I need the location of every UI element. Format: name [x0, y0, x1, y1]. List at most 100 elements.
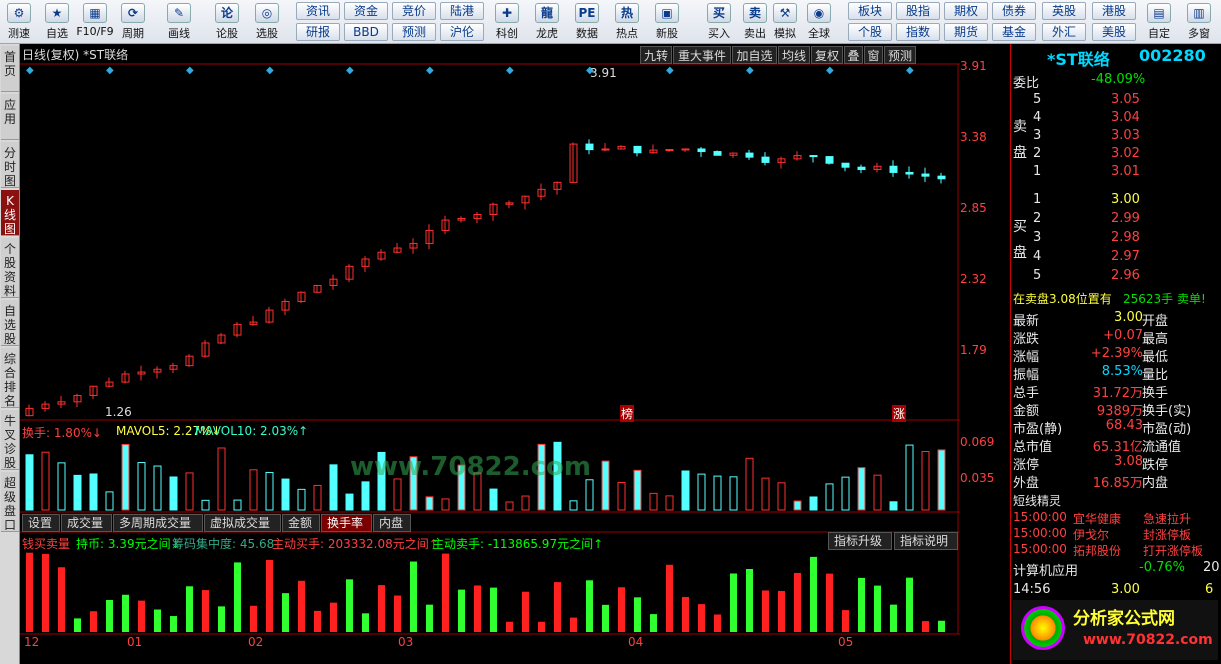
sidebar-tab-7[interactable]: 牛叉诊股: [1, 410, 19, 470]
weibi-value: -48.09%: [1091, 72, 1146, 87]
toolbar-button-13[interactable]: 港股: [1092, 2, 1136, 20]
volume-bar: [345, 493, 354, 511]
chart-button-1[interactable]: 重大事件: [673, 46, 731, 64]
toolbar-icon-9: PE: [575, 3, 599, 23]
toolbar-item-1[interactable]: ★ 自选: [38, 2, 76, 42]
indicator-tab-2[interactable]: 多周期成交量: [113, 514, 203, 532]
toolbar-button-9[interactable]: 股指: [896, 2, 940, 20]
toolbar-item-16[interactable]: ▤ 自定: [1140, 2, 1178, 42]
candle: [937, 175, 946, 180]
indicator-tab-4[interactable]: 金额: [282, 514, 320, 532]
ind-button-1[interactable]: 指标说明: [894, 532, 958, 550]
toolbar-button-16[interactable]: 期货: [944, 23, 988, 41]
toolbar-button-15[interactable]: 指数: [896, 23, 940, 41]
sidebar-tab-0[interactable]: 首页: [1, 46, 19, 92]
toolbar-item-4[interactable]: ✎ 画线: [160, 2, 198, 42]
indicator-bar: [506, 621, 513, 632]
indicator-bar: [410, 561, 417, 632]
indicator-bar: [730, 573, 737, 632]
toolbar-item-9[interactable]: PE 数据: [568, 2, 606, 42]
indicator-bar: [394, 595, 401, 632]
candle: [889, 165, 898, 173]
toolbar-button-7[interactable]: 沪伦: [440, 23, 484, 41]
toolbar-button-2[interactable]: 竞价: [392, 2, 436, 20]
indicator-tab-6[interactable]: 内盘: [373, 514, 411, 532]
short-stock[interactable]: 拓邦股份: [1073, 542, 1121, 559]
toolbar-item-17[interactable]: ▥ 多窗: [1180, 2, 1218, 42]
toolbar-button-5[interactable]: BBD: [344, 23, 388, 41]
sector-row: 计算机应用 -0.76% 20: [1011, 560, 1221, 579]
chart-button-7[interactable]: 预测: [884, 46, 916, 64]
chart-button-5[interactable]: 叠: [844, 46, 863, 64]
toolbar-item-10[interactable]: 热热点: [608, 2, 646, 42]
chart-button-3[interactable]: 均线: [778, 46, 810, 64]
indicator-bar: [138, 600, 145, 632]
chart-button-4[interactable]: 复权: [811, 46, 843, 64]
indicator-tab-3[interactable]: 虚拟成交量: [204, 514, 281, 532]
sell-level-3: 2 3.02: [1011, 146, 1221, 164]
toolbar-item-7[interactable]: ✚ 科创: [488, 2, 526, 42]
sidebar-tab-8[interactable]: 超级盘口: [1, 472, 19, 532]
ind-button-0[interactable]: 指标升级: [828, 532, 892, 550]
volume-bar: [489, 488, 498, 511]
toolbar-item-11[interactable]: ▣ 新股: [648, 2, 686, 42]
toolbar-item-5[interactable]: 论论股: [208, 2, 246, 42]
toolbar-button-4[interactable]: 研报: [296, 23, 340, 41]
sidebar-tab-6[interactable]: 综合排名: [1, 348, 19, 408]
toolbar-button-17[interactable]: 基金: [992, 23, 1036, 41]
sidebar-tab-5[interactable]: 自选股: [1, 300, 19, 346]
indicator-bar: [186, 586, 193, 632]
indicator-bar: [634, 597, 641, 632]
toolbar-button-1[interactable]: 资金: [344, 2, 388, 20]
toolbar-button-10[interactable]: 期权: [944, 2, 988, 20]
sidebar-tab-2[interactable]: 分时图: [1, 142, 19, 188]
toolbar-button-0[interactable]: 资讯: [296, 2, 340, 20]
stat-value: 68.43: [1105, 418, 1143, 433]
sector-name[interactable]: 计算机应用: [1013, 560, 1078, 579]
indicator-tab-1[interactable]: 成交量: [61, 514, 112, 532]
chart-button-6[interactable]: 窗: [864, 46, 883, 64]
indicator-bar: [666, 564, 673, 632]
candle: [809, 155, 818, 158]
chart-button-0[interactable]: 九转: [640, 46, 672, 64]
sidebar-tab-1[interactable]: 应用: [1, 94, 19, 140]
indicator-bar: [522, 591, 529, 632]
toolbar-item-3[interactable]: ⟳ 周期: [114, 2, 152, 42]
toolbar-item-12[interactable]: 买买入: [700, 2, 738, 42]
stat-label2: 最低: [1142, 350, 1169, 365]
toolbar-button-8[interactable]: 板块: [848, 2, 892, 20]
sell-level-2: 3 3.03: [1011, 128, 1221, 146]
chart-button-2[interactable]: 加自选: [732, 46, 777, 64]
sidebar-tab-4[interactable]: 个股资料: [1, 238, 19, 298]
short-stock[interactable]: 伊戈尔: [1073, 526, 1109, 543]
short-stock[interactable]: 宜华健康: [1073, 510, 1121, 527]
toolbar-item-14[interactable]: ⚒ 模拟: [766, 2, 804, 42]
candle: [633, 145, 642, 154]
toolbar-button-19[interactable]: 美股: [1092, 23, 1136, 41]
indicator-tab-0[interactable]: 设置: [22, 514, 60, 532]
ind-header-d: 主动买手: 203332.08元之间↑: [272, 537, 439, 551]
toolbar-label-1: 自选: [46, 27, 68, 40]
sidebar-tab-3[interactable]: K线图: [1, 190, 19, 236]
buy-level-num: 1: [1033, 192, 1042, 207]
toolbar-item-0[interactable]: ⚙ 测速: [0, 2, 38, 42]
toolbar-item-2[interactable]: ▦ F10/F9: [76, 2, 114, 42]
candle: [585, 143, 594, 151]
toolbar-button-11[interactable]: 债券: [992, 2, 1036, 20]
toolbar-button-12[interactable]: 英股: [1042, 2, 1086, 20]
toolbar-item-8[interactable]: 龍龙虎: [528, 2, 566, 42]
indicator-bar: [858, 577, 865, 632]
toolbar-button-18[interactable]: 外汇: [1042, 23, 1086, 41]
indicator-tab-5[interactable]: 换手率: [321, 514, 372, 532]
candle: [841, 162, 850, 168]
volume-bar: [73, 474, 82, 511]
sector-num: 20: [1203, 560, 1220, 575]
indicator-bar: [154, 609, 161, 632]
toolbar-button-14[interactable]: 个股: [848, 23, 892, 41]
toolbar-button-3[interactable]: 陆港: [440, 2, 484, 20]
kline-chart[interactable]: 3.91 3.38 2.85 2.32 1.79 0.069 0.035 ◆ ◆ ◆ ◆ ◆ ◆ ◆ ◆ ◆ ◆…: [20, 44, 1010, 664]
toolbar-button-6[interactable]: 预测: [392, 23, 436, 41]
toolbar-item-6[interactable]: ◎ 选股: [248, 2, 286, 42]
toolbar-item-15[interactable]: ◉ 全球: [800, 2, 838, 42]
event-marker: ◆: [106, 65, 114, 76]
